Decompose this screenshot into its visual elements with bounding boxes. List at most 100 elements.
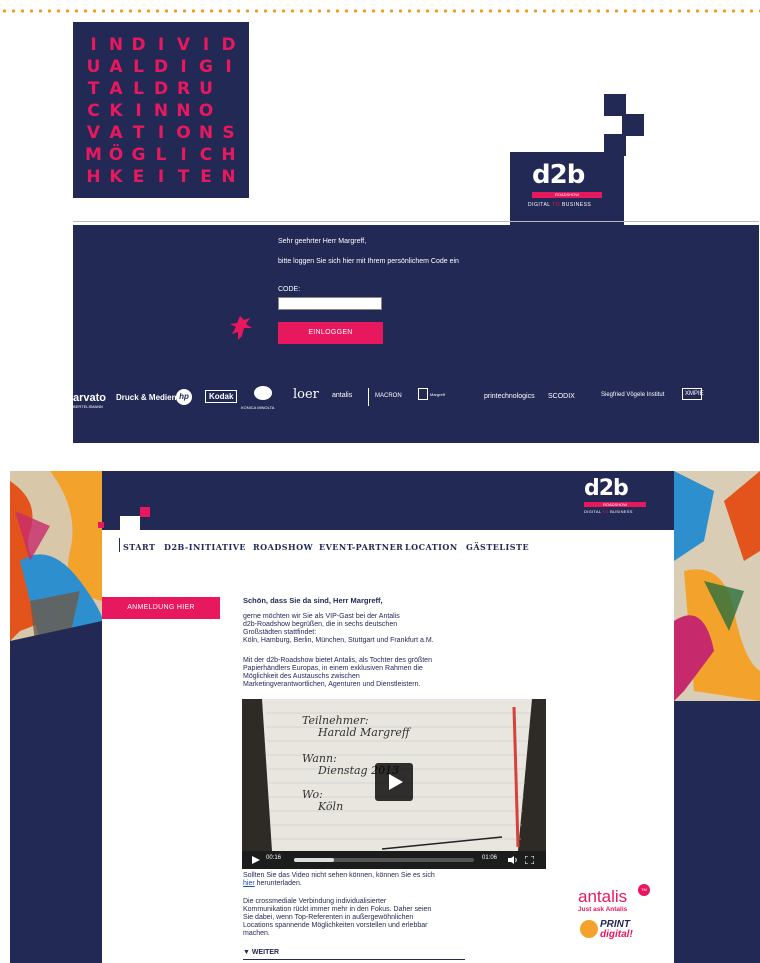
letter-grid-cell: L [133,79,144,99]
letter-grid-cell: S [222,123,235,143]
video-time-current: 00:16 [266,855,282,861]
letter-grid-row: TALDRU [85,80,241,98]
letter-grid-cell: A [109,123,123,143]
volume-icon[interactable] [508,856,518,864]
letter-grid-row: VATIONS [85,124,241,142]
welcome-headline: Schön, dass Sie da sind, Herr Margreff, [243,596,383,605]
login-greeting: Sehr geehrter Herr Margreff, [278,238,367,245]
letter-grid-cell: I [135,101,142,121]
sponsor-logo-konica: KONICA MINOLTA [241,405,275,410]
margreff-icon [418,388,428,400]
nav-gaesteliste[interactable]: GÄSTELISTE [466,542,529,552]
letter-grid-cell: V [176,35,191,55]
letter-grid-cell: C [87,101,100,121]
nav-start[interactable]: START [123,542,155,552]
play-small-icon[interactable] [252,856,260,864]
letter-grid-cell: E [132,167,145,187]
letter-grid-cell: L [133,57,144,77]
letter-grid-cell: H [221,145,236,165]
letter-grid-cell: N [176,101,191,121]
letter-grid-cell: U [199,79,213,99]
letter-grid-cell: I [180,145,187,165]
deco-square [622,114,644,136]
deco-square [604,94,626,116]
letter-grid-cell: E [200,167,212,187]
letter-grid-cell: O [176,123,191,143]
logo-block: d2b ROADSHOW DIGITAL TO BUSINESS [510,152,624,226]
antalis-tm-badge: TM [638,884,650,896]
letter-grid-cell: I [157,123,165,143]
letter-grid-cell: D [153,57,169,77]
sponsor-logo-printechnologics: printechnologics [484,393,535,400]
video-player[interactable]: Teilnehmer: Harald Margreff Wann: Dienst… [242,699,546,869]
print-digital-icon [580,920,598,938]
nav-roadshow[interactable]: ROADSHOW [253,542,313,552]
letter-grid-cell: H [86,167,101,187]
register-button[interactable]: ANMELDUNG HIER [102,597,220,619]
letter-grid-cell: I [157,167,165,187]
letter-grid-cell: D [131,35,146,55]
download-link[interactable]: hier [243,880,255,887]
roadshow-tag: ROADSHOW [532,192,602,198]
nav-event-partner[interactable]: EVENT-PARTNER [319,542,403,552]
deco-square-white [120,516,140,536]
play-button[interactable] [375,763,413,801]
letter-grid-cell: A [109,57,123,77]
sponsor-logo-scodix: SCODIX [548,393,575,400]
sponsor-logo-loer: loer [293,387,319,402]
sponsor-logo-antalis-small: antalis [332,392,353,399]
letter-grid-cell: D [221,35,236,55]
letter-grid-cell: C [199,145,213,165]
konica-icon [254,386,272,400]
letter-grid-cell: U [86,57,101,77]
play-icon [389,774,403,790]
mascot-icon [230,316,252,340]
letter-grid-banner: INDIVIDUALDIGITALDRUCKINNOVATIONSMÖGLICH… [73,22,249,198]
letter-grid-cell: V [86,123,101,143]
letter-grid-cell: I [180,57,187,77]
logo-tagline: DIGITAL TO BUSINESS [584,509,633,514]
nav-active-marker [119,538,120,552]
d2b-logo-header: d2b [584,476,629,501]
letter-grid-cell: T [177,167,190,187]
letter-grid-cell: I [225,57,232,77]
letter-grid-cell: K [109,167,123,187]
partner-antalis-tagline: Just ask Antalis [578,906,628,913]
sponsor-logo-xmpie: XMPIE [682,388,704,400]
letter-grid-cell: R [176,79,191,99]
fullscreen-icon[interactable] [525,856,534,864]
crossmedia-paragraph: Die crossmediale Verbindung individualis… [243,898,432,937]
letter-grid-row: UALDIGI [85,58,241,76]
letter-grid-cell: N [221,167,236,187]
code-input[interactable] [278,297,382,310]
letter-grid-row: INDIVID [85,36,241,54]
partner-antalis-logo: antalis [578,887,628,906]
d2b-logo: d2b [532,160,585,190]
deco-square-pink [98,522,104,528]
letter-grid-cell: T [132,123,145,143]
letter-grid-row: CKINNO [85,102,241,120]
login-button[interactable]: EINLOGGEN [278,322,383,344]
roadshow-tag: ROADSHOW [584,502,646,507]
letter-grid-row: MÖGLICH [85,146,241,164]
sponsor-logo-arvato-sub: BERTELSMANN [73,404,103,409]
letter-grid-cell: N [108,35,124,55]
letter-grid-cell: A [109,79,123,99]
nav-location[interactable]: LOCATION [405,542,458,552]
video-progress-fill [294,858,334,862]
letter-grid-cell: G [199,57,213,77]
dotted-border [0,8,760,14]
more-link[interactable]: ▼ WEITER [243,949,279,957]
video-download-note: Sollten Sie das Video nicht sehen können… [243,872,435,887]
left-artwork-image [10,471,102,963]
letter-grid-cell: K [109,101,123,121]
divider [73,221,759,222]
letter-grid-cell: L [155,145,167,165]
letter-grid-cell: I [90,35,97,55]
nav-d2b-initiative[interactable]: D2B-INITIATIVE [164,542,246,552]
right-artwork-image [674,471,760,963]
video-controls: 00:16 01:06 [242,851,546,869]
video-progress-bar[interactable] [294,858,474,862]
sponsor-logo-svi: Siegfried Vögele Institut [601,392,665,398]
sponsor-logo-margreff: Margreff [430,392,445,397]
